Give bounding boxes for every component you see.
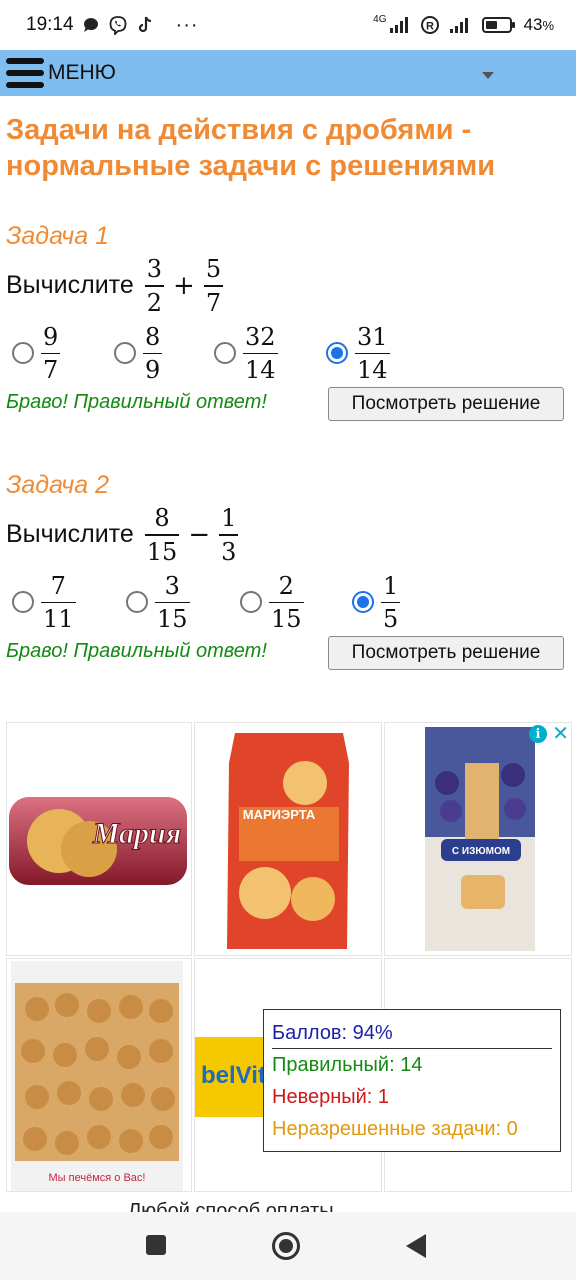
answer-option[interactable]: 3 15 (126, 571, 193, 633)
operator: + (173, 270, 195, 301)
biscuit-box-image: Мы печёмся о Вас! (11, 961, 183, 1191)
tiktok-icon (136, 15, 154, 35)
home-icon[interactable] (272, 1232, 300, 1260)
page-title: Задачи на действия с дробями - нормальны… (6, 114, 496, 182)
svg-text:R: R (426, 21, 434, 33)
fraction: 32 (144, 255, 165, 317)
fraction: 31 14 (355, 322, 390, 384)
operator: − (188, 519, 211, 550)
fraction: 32 14 (243, 322, 278, 384)
feedback-text: Браво! Правильный ответ! (6, 390, 267, 413)
close-icon[interactable]: ✕ (552, 723, 569, 746)
radio-button[interactable] (214, 342, 236, 365)
network-label: 4G (373, 13, 387, 25)
score-unsolved: Неразрешенные задачи: 0 (272, 1118, 518, 1140)
radio-button[interactable] (114, 342, 136, 365)
status-bar: 19:14 ··· 4G R 43% (0, 0, 576, 50)
ad-brand-text: С ИЗЮМОМ (452, 846, 510, 857)
hamburger-menu-icon[interactable] (6, 55, 44, 91)
battery-icon (481, 16, 516, 34)
ad-product[interactable]: Мы печёмся о Вас! (6, 958, 192, 1192)
ad-brand-text: МАРИЭРТА (243, 807, 316, 822)
radio-button[interactable] (240, 591, 262, 614)
back-icon[interactable] (406, 1234, 426, 1258)
fraction: 8 15 (144, 504, 180, 566)
fraction: 7 11 (41, 571, 76, 633)
score-points: Баллов: 94% (272, 1018, 552, 1049)
task-title: Задача 1 (6, 222, 109, 250)
ad-product[interactable]: С ИЗЮМОМ i ✕ (384, 722, 572, 956)
answer-options: 97 89 32 14 31 14 (6, 323, 570, 387)
battery-percent: 43% (523, 15, 554, 34)
fraction: 3 15 (155, 571, 190, 633)
feedback-row: Браво! Правильный ответ! Посмотреть реше… (6, 386, 570, 421)
signal-icon: 4G (373, 13, 411, 34)
feedback-text: Браво! Правильный ответ! (6, 639, 267, 662)
biscuit-pack-image: С ИЗЮМОМ (425, 727, 535, 951)
feedback-row: Браво! Правильный ответ! Посмотреть реше… (6, 635, 570, 670)
info-icon[interactable]: i (529, 725, 547, 743)
radio-button-selected[interactable] (326, 342, 348, 365)
signal-icon (448, 16, 474, 34)
ad-brand-text: Мы печёмся о Вас! (49, 1172, 146, 1184)
radio-button[interactable] (12, 342, 34, 365)
task-question: Вычислите 32 + 57 (6, 255, 570, 317)
task-title: Задача 2 (6, 471, 109, 499)
answer-option[interactable]: 32 14 (214, 322, 281, 384)
fraction: 13 (219, 504, 239, 566)
menu-label[interactable]: МЕНЮ (48, 61, 116, 85)
ad-brand-text: Мария (92, 817, 181, 850)
menu-bar[interactable]: МЕНЮ (0, 50, 576, 96)
task-question: Вычислите 8 15 − 13 (6, 504, 570, 566)
answer-option[interactable]: 15 (352, 571, 403, 633)
view-solution-button[interactable]: Посмотреть решение (328, 386, 564, 421)
radio-button[interactable] (12, 591, 34, 614)
task-2: Задача 2 Вычислите 8 15 − 13 7 11 3 15 2 15 … (6, 471, 570, 670)
status-time: 19:14 (26, 14, 74, 35)
system-navigation-bar (0, 1212, 576, 1280)
view-solution-button[interactable]: Посмотреть решение (328, 635, 564, 670)
biscuit-pack-image: Мария (9, 797, 187, 885)
answer-option[interactable]: 97 (12, 322, 63, 384)
score-wrong: Неверный: 1 (272, 1086, 390, 1108)
ad-product[interactable]: Мария (6, 722, 192, 956)
task-prompt: Вычислите (6, 520, 134, 549)
viber-icon (108, 15, 128, 35)
fraction: 2 15 (269, 571, 304, 633)
biscuit-pack-image: МАРИЭРТА (227, 733, 349, 949)
answer-option[interactable]: 7 11 (12, 571, 79, 633)
task-prompt: Вычислите (6, 271, 134, 300)
chevron-down-icon[interactable] (482, 72, 494, 79)
ad-product[interactable]: МАРИЭРТА (194, 722, 382, 956)
task-1: Задача 1 Вычислите 32 + 57 97 89 32 14 31… (6, 222, 570, 421)
radio-button-selected[interactable] (352, 591, 374, 614)
recent-apps-icon[interactable] (146, 1235, 166, 1255)
answer-option[interactable]: 2 15 (240, 571, 307, 633)
more-dots-icon: ··· (175, 13, 199, 36)
answer-option[interactable]: 89 (114, 322, 165, 384)
answer-option[interactable]: 31 14 (326, 322, 393, 384)
fraction: 15 (381, 571, 401, 633)
chat-bubble-icon (82, 16, 100, 34)
roaming-icon: R (420, 15, 440, 35)
radio-button[interactable] (126, 591, 148, 614)
fraction: 97 (41, 322, 61, 384)
score-correct: Правильный: 14 (272, 1054, 423, 1076)
answer-options: 7 11 3 15 2 15 15 (6, 572, 570, 636)
fraction: 89 (143, 322, 163, 384)
fraction: 57 (203, 255, 224, 317)
score-panel: Баллов: 94% Правильный: 14 Неверный: 1 Н… (263, 1009, 561, 1152)
